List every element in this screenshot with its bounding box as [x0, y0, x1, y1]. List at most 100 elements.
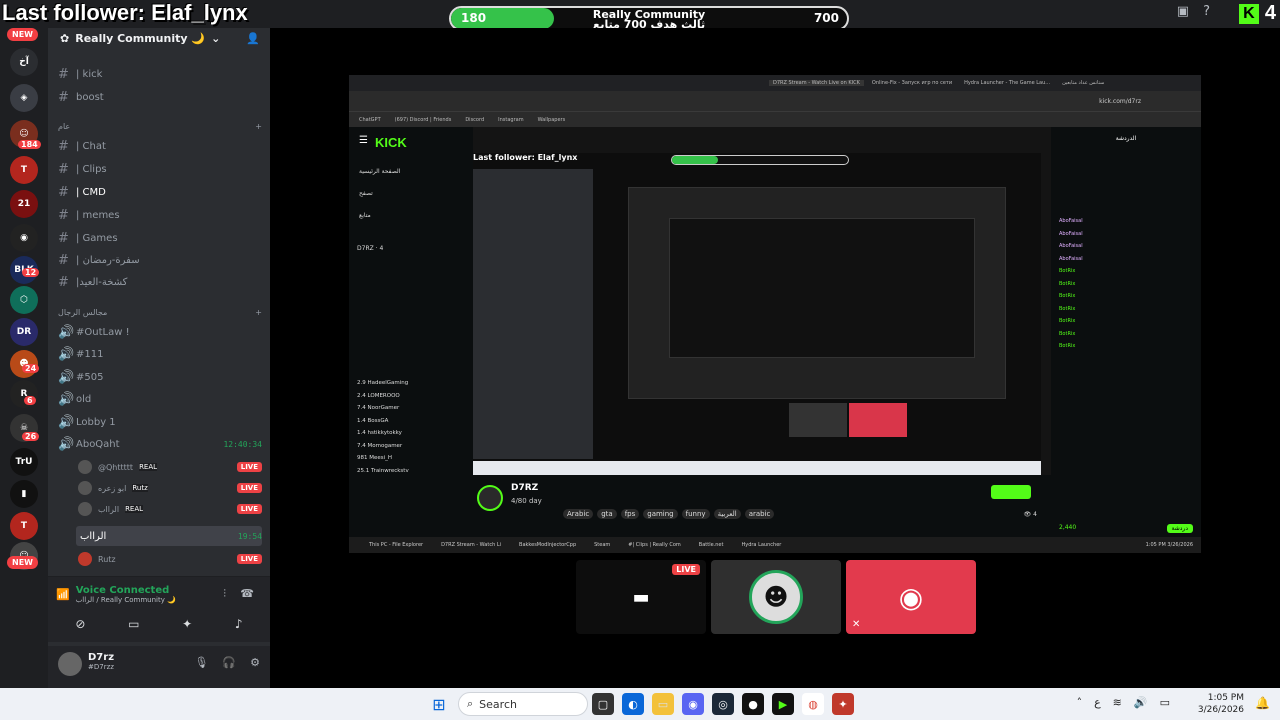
tag[interactable]: gaming [643, 509, 678, 519]
channel-clips[interactable]: # | Clips [58, 159, 262, 179]
volume-icon[interactable]: 🔊 [1134, 696, 1148, 709]
voice-channel-111[interactable]: 🔊 #111 [58, 344, 262, 364]
nav-browse[interactable]: تصفح [359, 183, 400, 205]
address-bar[interactable]: kick.com/d7rz [349, 91, 1201, 111]
notification-bell-icon[interactable]: 🔔 [1255, 696, 1270, 710]
discord-icon[interactable]: ◉ [682, 693, 704, 715]
taskbar-item[interactable]: This PC - File Explorer [369, 542, 423, 548]
taskbar-clock[interactable]: 1:05 PM 3/26/2026 [1198, 692, 1244, 716]
following-item[interactable]: 7.4 Momogamer [357, 440, 467, 453]
chat-user[interactable]: BotRix [1059, 340, 1083, 353]
taskbar-item[interactable]: Battle.net [699, 542, 724, 548]
server-icon[interactable]: ▮ [10, 480, 38, 508]
voice-channel-current[interactable]: الرااب 19:54 [76, 526, 262, 546]
taskbar-item[interactable]: Hydra Launcher [741, 542, 781, 548]
following-item[interactable]: 2.4 LOMEROOO [357, 390, 467, 403]
channel-chat[interactable]: # | Chat [58, 136, 262, 156]
channel-memes[interactable]: # | memes [58, 205, 262, 225]
inbox-icon[interactable]: ▣ [1177, 4, 1189, 19]
soundboard-icon[interactable]: ♪ [235, 617, 243, 631]
bookmark[interactable]: ChatGPT [359, 117, 381, 123]
voice-user[interactable]: Rutz LIVE [78, 549, 262, 569]
chat-user[interactable]: AboFaisal [1059, 253, 1083, 266]
add-member-icon[interactable]: 👤 [246, 32, 260, 45]
voice-channel-aboqaht[interactable]: 🔊 AboQaht 12:40:34 [58, 434, 262, 454]
camera-off-icon[interactable]: ⊘ [75, 617, 85, 631]
bookmark[interactable]: (697) Discord | Friends [395, 117, 452, 123]
tag[interactable]: gta [597, 509, 617, 519]
app-icon[interactable]: ✦ [832, 693, 854, 715]
server-icon[interactable]: 21 [10, 190, 38, 218]
edge-icon[interactable]: ◐ [622, 693, 644, 715]
follow-button[interactable] [991, 485, 1031, 499]
channel-boost[interactable]: # boost [58, 87, 262, 107]
nav-home[interactable]: الصفحة الرئيسية [359, 161, 400, 183]
bookmark[interactable]: Discord [465, 117, 484, 123]
channel-cmd[interactable]: # | CMD [58, 182, 262, 202]
channel-ramadan[interactable]: # | سفرة-رمضان [58, 250, 262, 270]
voice-channel-old[interactable]: 🔊 old [58, 389, 262, 409]
chat-user[interactable]: AboFaisal [1059, 228, 1083, 241]
voice-location[interactable]: الرااب / Really Community 🌙 [76, 596, 176, 604]
mic-icon[interactable]: 🎙 [194, 656, 208, 669]
tag[interactable]: funny [681, 509, 710, 519]
chat-user[interactable]: BotRix [1059, 303, 1083, 316]
avatar[interactable] [58, 652, 82, 676]
wifi-icon[interactable]: ≋ [1113, 696, 1122, 709]
noise-icon[interactable]: ⫶ [223, 587, 226, 601]
server-icon[interactable]: ◈ [10, 84, 38, 112]
participant-tile[interactable]: ◉ ✕ [846, 560, 976, 634]
taskbar-item[interactable]: Steam [594, 542, 610, 548]
following-item[interactable]: 981 Meesi_H [357, 452, 467, 465]
settings-gear-icon[interactable]: ⚙ [250, 656, 260, 669]
steam-icon[interactable]: ◎ [712, 693, 734, 715]
browser-tab[interactable]: ستاتس عداد متابعين [1058, 80, 1108, 86]
voice-channel-lobby[interactable]: 🔊 Lobby 1 [58, 412, 262, 432]
chrome-icon[interactable]: ◍ [802, 693, 824, 715]
chevron-up-icon[interactable]: ˄ [1077, 696, 1083, 709]
following-item[interactable]: 7.4 NoorGamer [357, 402, 467, 415]
terminal-icon[interactable]: ▶ [772, 693, 794, 715]
server-icon[interactable]: T [10, 512, 38, 540]
tag[interactable]: Arabic [563, 509, 594, 519]
language-icon[interactable]: ع [1094, 696, 1101, 709]
battery-icon[interactable]: ▭ [1160, 696, 1170, 709]
taskbar-item[interactable]: D7RZ Stream - Watch Li [441, 542, 501, 548]
stream-player[interactable]: Last follower: Elaf_lynx [473, 153, 1041, 475]
screen-share-icon[interactable]: ▭ [128, 617, 139, 631]
server-header[interactable]: ✿ Really Community 🌙 ⌄ 👤 [48, 28, 270, 48]
following-item[interactable]: 1.4 hstikkytokky [357, 427, 467, 440]
voice-channel-505[interactable]: 🔊 #505 [58, 367, 262, 387]
chat-user[interactable]: AboFaisal [1059, 215, 1083, 228]
chat-user[interactable]: AboFaisal [1059, 240, 1083, 253]
browser-tab[interactable]: Hydra Launcher - The Game Lau... [960, 80, 1054, 86]
server-icon[interactable]: DR [10, 318, 38, 346]
chat-user[interactable]: BotRix [1059, 328, 1083, 341]
tag[interactable]: arabic [744, 509, 775, 519]
server-icon[interactable]: ⬡ [10, 286, 38, 314]
chat-user[interactable]: BotRix [1059, 265, 1083, 278]
voice-user[interactable]: ابو زعره Rutz LIVE [78, 478, 262, 498]
tag[interactable]: العربية [713, 509, 741, 519]
browser-tab[interactable]: D7RZ Stream - Watch Live on KICK [769, 80, 864, 86]
taskbar-item[interactable]: #| Clips | Really Com [628, 542, 681, 548]
voice-channel-outlaw[interactable]: 🔊 #OutLaw ! [58, 322, 262, 342]
channel-eid[interactable]: # |كشخة-العيد [58, 272, 262, 292]
voice-user[interactable]: الرااب REAL LIVE [78, 499, 262, 519]
windows-start-icon[interactable]: ⊞ [428, 693, 450, 715]
headphones-icon[interactable]: 🎧 [222, 656, 236, 669]
disconnect-icon[interactable]: ☎ [240, 587, 254, 600]
channel-kick[interactable]: # | kick [58, 64, 262, 84]
following-item[interactable]: 2.9 HadeelGaming [357, 377, 467, 390]
bookmark[interactable]: Wallpapers [538, 117, 566, 123]
chat-user[interactable]: BotRix [1059, 315, 1083, 328]
following-item[interactable]: 1.4 BossGA [357, 415, 467, 428]
server-icon[interactable]: T [10, 156, 38, 184]
participant-tile[interactable]: ☻ [711, 560, 841, 634]
streamer-name[interactable]: D7RZ [511, 483, 538, 493]
help-icon[interactable]: ? [1203, 4, 1210, 19]
chat-send-button[interactable]: دردشة [1166, 524, 1193, 533]
chat-user[interactable]: BotRix [1059, 278, 1083, 291]
folder-icon[interactable]: ▭ [652, 693, 674, 715]
channel-games[interactable]: # | Games [58, 228, 262, 248]
